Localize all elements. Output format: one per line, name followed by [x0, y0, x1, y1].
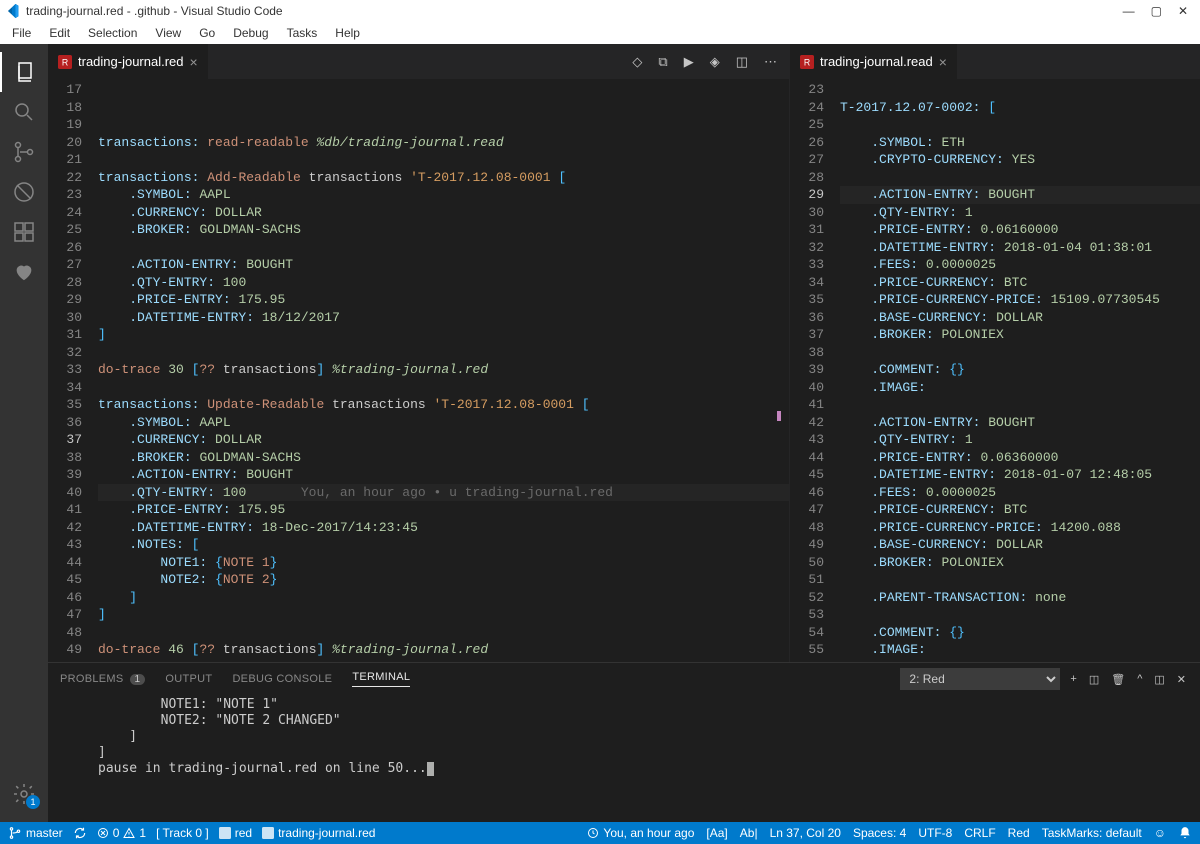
status-errors[interactable]: 0 1 — [97, 826, 146, 840]
menu-selection[interactable]: Selection — [80, 24, 145, 42]
source-control-icon[interactable] — [0, 132, 48, 172]
preview-icon[interactable]: ◈ — [706, 50, 724, 74]
code-content-left[interactable]: transactions: read-readable %db/trading-… — [98, 79, 789, 662]
search-icon[interactable] — [0, 92, 48, 132]
more-icon[interactable]: ⋯ — [760, 50, 781, 74]
status-branch[interactable]: master — [8, 826, 63, 840]
code-editor-left[interactable]: 1718192021222324252627282930313233343536… — [48, 79, 789, 662]
panel-layout-icon[interactable]: ◫ — [1152, 671, 1166, 688]
debug-icon[interactable] — [0, 172, 48, 212]
terminal-selector[interactable]: 2: Red — [900, 668, 1060, 690]
close-panel-icon[interactable]: ✕ — [1175, 671, 1188, 688]
problems-badge: 1 — [130, 674, 146, 685]
menu-help[interactable]: Help — [327, 24, 368, 42]
titlebar: trading-journal.red - .github - Visual S… — [0, 0, 1200, 22]
svg-text:R: R — [62, 57, 68, 67]
vscode-logo-icon — [4, 3, 20, 19]
menu-file[interactable]: File — [4, 24, 39, 42]
status-lang-indicator[interactable]: red — [219, 826, 252, 840]
status-file[interactable]: trading-journal.red — [262, 826, 375, 840]
menubar: FileEditSelectionViewGoDebugTasksHelp — [0, 22, 1200, 44]
kill-terminal-icon[interactable]: 🗑 — [1109, 671, 1127, 688]
favorite-icon[interactable] — [0, 252, 48, 292]
split-terminal-icon[interactable]: ◫ — [1087, 671, 1101, 688]
terminal[interactable]: NOTE1: "NOTE 1" NOTE2: "NOTE 2 CHANGED" … — [48, 695, 1200, 822]
code-editor-right[interactable]: 2324252627282930313233343536373839404142… — [790, 79, 1200, 662]
window-controls: — ▢ ✕ — [1123, 4, 1196, 18]
gutter-left: 1718192021222324252627282930313233343536… — [48, 79, 98, 662]
tab-actions-left: ◇ ⧉ ▶ ◈ ◫ ⋯ — [620, 44, 789, 79]
gutter-decoration — [777, 411, 781, 421]
code-content-right[interactable]: T-2017.12.07-0002: [ .SYMBOL: ETH .CRYPT… — [840, 79, 1200, 662]
tab-trading-journal-read[interactable]: R trading-journal.read × — [790, 44, 958, 79]
svg-text:R: R — [804, 57, 810, 67]
tab-label: trading-journal.red — [78, 54, 184, 69]
file-icon: R — [58, 55, 72, 69]
menu-debug[interactable]: Debug — [225, 24, 276, 42]
extensions-icon[interactable] — [0, 212, 48, 252]
tab-close-icon[interactable]: × — [190, 54, 198, 70]
tab-trading-journal-red[interactable]: R trading-journal.red × — [48, 44, 209, 79]
status-ab[interactable]: Ab| — [740, 826, 758, 840]
new-terminal-icon[interactable]: + — [1068, 671, 1078, 687]
status-case[interactable]: [Aa] — [706, 826, 727, 840]
menu-go[interactable]: Go — [191, 24, 223, 42]
close-icon[interactable]: ✕ — [1178, 4, 1188, 18]
gutter-right: 2324252627282930313233343536373839404142… — [790, 79, 840, 662]
menu-tasks[interactable]: Tasks — [279, 24, 326, 42]
run-icon[interactable]: ▶ — [680, 50, 698, 74]
explorer-icon[interactable] — [0, 52, 48, 92]
panel-tab-terminal[interactable]: TERMINAL — [352, 671, 410, 687]
tab-label: trading-journal.read — [820, 54, 933, 69]
editor-group-left: R trading-journal.red × ◇ ⧉ ▶ ◈ ◫ ⋯ — [48, 44, 790, 662]
maximize-icon[interactable]: ▢ — [1151, 4, 1162, 18]
menu-view[interactable]: View — [147, 24, 189, 42]
compare-changes-icon[interactable]: ◇ — [628, 50, 646, 74]
window-title: trading-journal.red - .github - Visual S… — [26, 4, 1123, 18]
settings-gear-icon[interactable]: 1 — [0, 774, 48, 814]
bottom-panel: PROBLEMS 1 OUTPUT DEBUG CONSOLE TERMINAL… — [48, 662, 1200, 822]
status-feedback-icon[interactable]: ☺ — [1154, 826, 1166, 840]
status-encoding[interactable]: UTF-8 — [918, 826, 952, 840]
status-language[interactable]: Red — [1008, 826, 1030, 840]
statusbar: master 0 1 [ Track 0 ] red trading-journ… — [0, 822, 1200, 844]
status-position[interactable]: Ln 37, Col 20 — [770, 826, 841, 840]
status-track[interactable]: [ Track 0 ] — [156, 826, 209, 840]
minimize-icon[interactable]: — — [1123, 4, 1135, 18]
activity-bar: 1 — [0, 44, 48, 822]
status-sync-icon[interactable] — [73, 826, 87, 840]
tab-close-icon[interactable]: × — [939, 54, 947, 70]
panel-tabs: PROBLEMS 1 OUTPUT DEBUG CONSOLE TERMINAL… — [48, 663, 1200, 695]
maximize-panel-icon[interactable]: ^ — [1135, 671, 1144, 687]
status-eol[interactable]: CRLF — [964, 826, 995, 840]
settings-badge: 1 — [26, 795, 40, 809]
status-spaces[interactable]: Spaces: 4 — [853, 826, 906, 840]
tabbar-right: R trading-journal.read × — [790, 44, 1200, 79]
open-changes-icon[interactable]: ⧉ — [654, 50, 671, 74]
status-blame[interactable]: You, an hour ago — [587, 826, 694, 840]
menu-edit[interactable]: Edit — [41, 24, 78, 42]
panel-tab-problems[interactable]: PROBLEMS 1 — [60, 673, 145, 685]
split-editor-icon[interactable]: ◫ — [732, 50, 752, 74]
editor-group-right: R trading-journal.read × 232425262728293… — [790, 44, 1200, 662]
tabbar-left: R trading-journal.red × ◇ ⧉ ▶ ◈ ◫ ⋯ — [48, 44, 789, 79]
status-bell-icon[interactable] — [1178, 826, 1192, 840]
status-taskmarks[interactable]: TaskMarks: default — [1042, 826, 1142, 840]
file-icon: R — [800, 55, 814, 69]
panel-tab-debug-console[interactable]: DEBUG CONSOLE — [232, 673, 332, 685]
panel-tab-output[interactable]: OUTPUT — [165, 673, 212, 685]
